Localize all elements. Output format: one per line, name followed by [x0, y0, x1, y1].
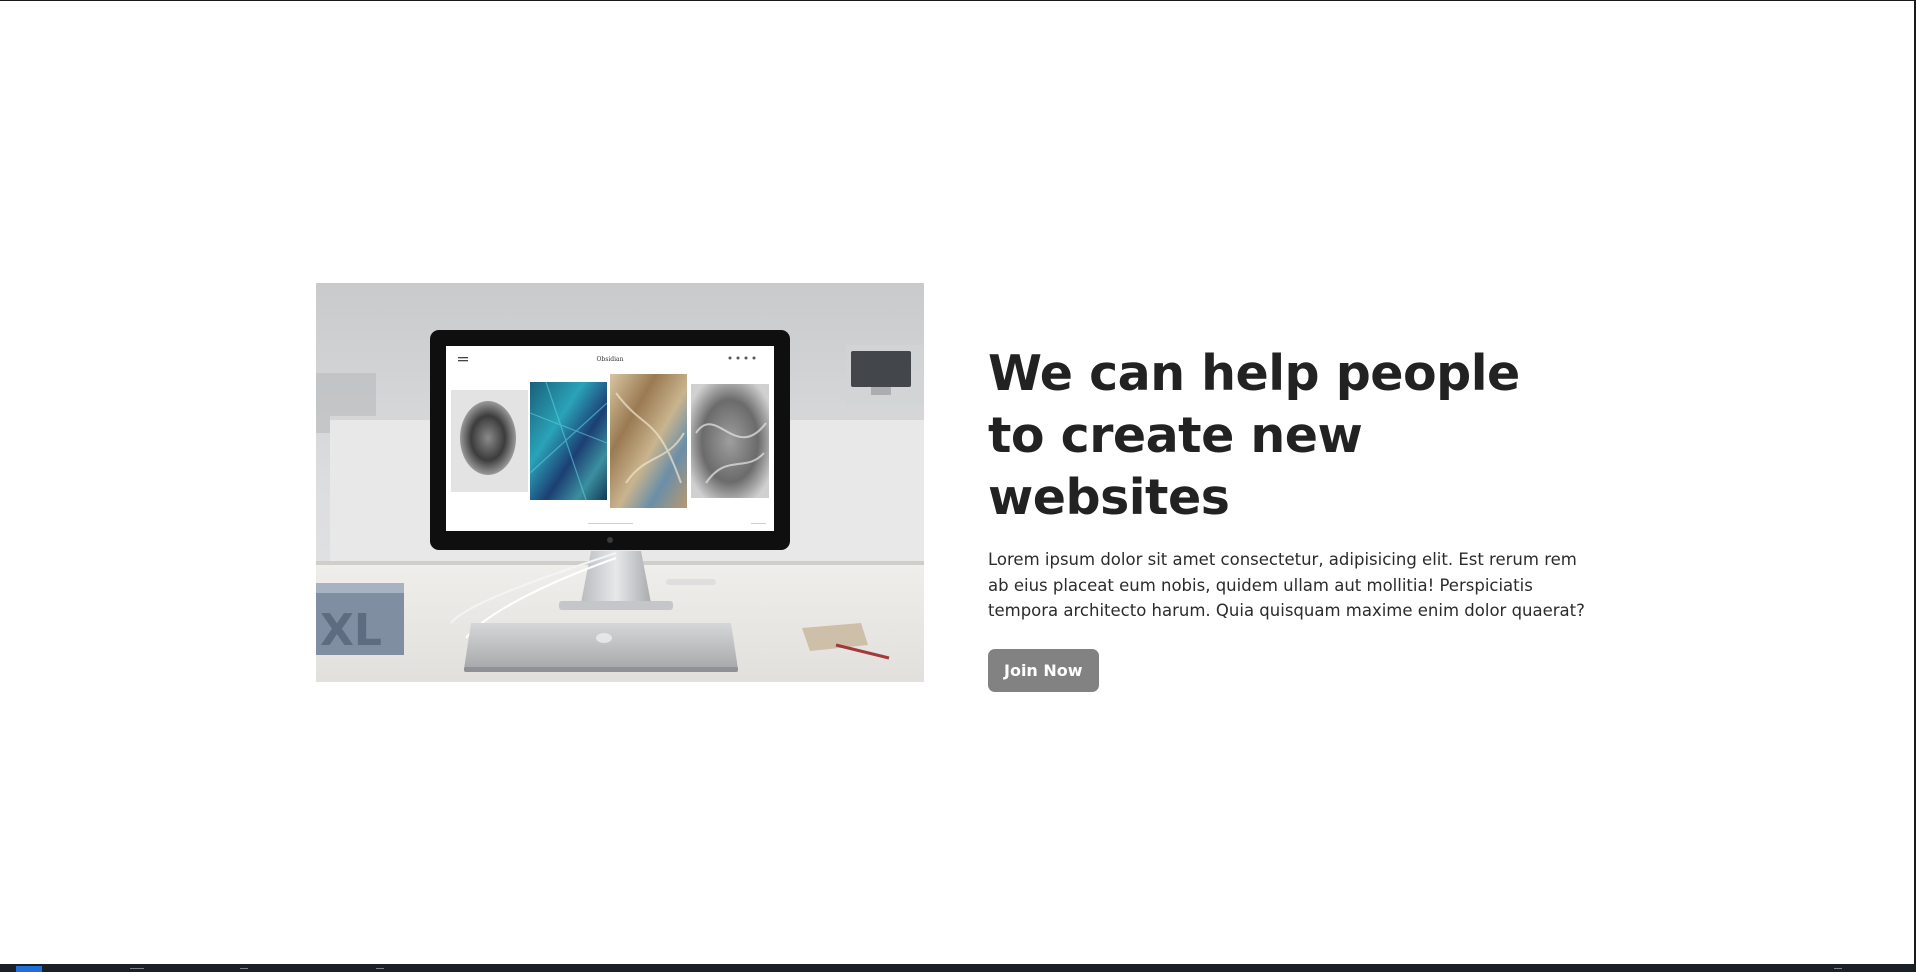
monitor-screen-title: Obsidian	[597, 356, 624, 363]
book-spine-text: XL	[320, 605, 382, 656]
start-icon[interactable]	[16, 966, 42, 972]
hero-title: We can help people to create new website…	[988, 345, 1520, 526]
taskbar-item[interactable]	[240, 968, 248, 969]
window-top-border	[0, 0, 1916, 1]
taskbar-item[interactable]	[130, 968, 144, 969]
join-now-button[interactable]: Join Now	[988, 648, 1099, 692]
hero-copy: We can help people to create new website…	[988, 343, 1588, 692]
taskbar-strip	[0, 964, 1916, 972]
hero-image: XL Obsidian	[316, 283, 924, 682]
hero-description: Lorem ipsum dolor sit amet consectetur, …	[988, 550, 1585, 620]
desk-scene-illustration: XL Obsidian	[316, 283, 924, 682]
tray-item[interactable]	[1834, 968, 1842, 969]
hero-section: XL Obsidian We can help people to create…	[316, 283, 1596, 692]
taskbar-item[interactable]	[376, 968, 384, 969]
